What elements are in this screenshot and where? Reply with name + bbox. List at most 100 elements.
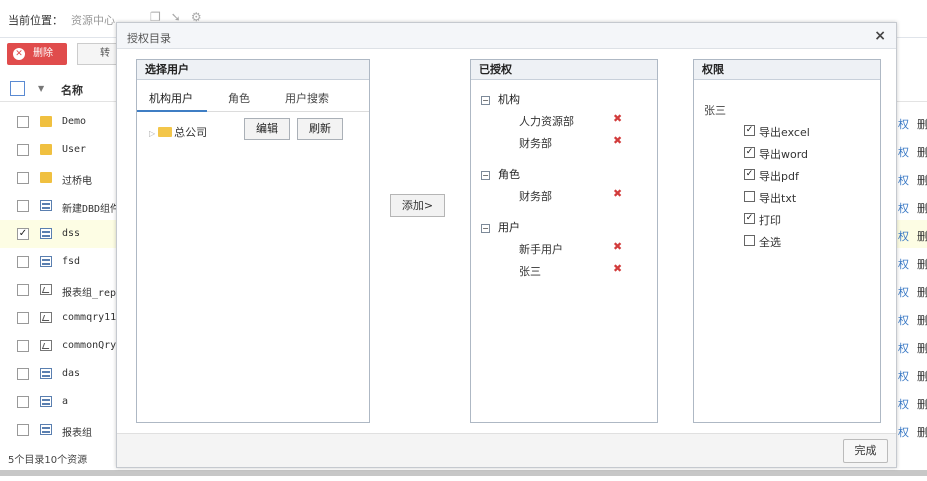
delete-link[interactable]: 删 <box>917 228 927 244</box>
table-icon <box>40 228 52 239</box>
delete-link[interactable]: 删 <box>917 172 927 188</box>
permissions-panel: 权限 张三 ✓ 导出excel ✓ 导出word ✓ 导出pdf 导出txt ✓ 打印 全选 <box>693 59 881 423</box>
resource-name[interactable]: fsd <box>62 256 80 267</box>
remove-icon[interactable]: ✖ <box>613 262 622 275</box>
row-checkbox[interactable] <box>17 396 29 408</box>
dbd-icon <box>40 200 52 211</box>
collapse-icon[interactable]: − <box>481 171 490 180</box>
resource-name[interactable]: das <box>62 368 80 379</box>
row-checkbox[interactable] <box>17 116 29 128</box>
resource-name[interactable]: commonQry2 <box>62 340 122 351</box>
move-button[interactable]: 转 <box>77 43 117 65</box>
permission-label: 导出excel <box>759 126 810 139</box>
user-tabs: 机构用户 角色 用户搜索 <box>137 80 369 112</box>
resource-name[interactable]: 报表组 <box>62 424 92 439</box>
row-checkbox[interactable] <box>17 312 29 324</box>
authorize-link[interactable]: 权 <box>898 312 909 328</box>
resource-name[interactable]: 报表组_rep <box>62 284 116 299</box>
authorize-link[interactable]: 权 <box>898 396 909 412</box>
group-role[interactable]: − 角色 <box>481 166 520 182</box>
authorize-link[interactable]: 权 <box>898 424 909 440</box>
authorize-link[interactable]: 权 <box>898 144 909 160</box>
delete-link[interactable]: 删 <box>917 256 927 272</box>
authorize-link[interactable]: 权 <box>898 368 909 384</box>
tab-org-users[interactable]: 机构用户 <box>149 90 193 106</box>
edit-button[interactable]: 编辑 <box>244 118 290 140</box>
resource-name[interactable]: commqry111 <box>62 312 122 323</box>
delete-icon: ✕ <box>13 48 25 60</box>
tab-user-search[interactable]: 用户搜索 <box>285 90 329 106</box>
group-label: 角色 <box>498 168 520 181</box>
permission-label: 全选 <box>759 236 781 249</box>
tab-roles[interactable]: 角色 <box>228 90 250 106</box>
group-org[interactable]: − 机构 <box>481 91 520 107</box>
refresh-button[interactable]: 刷新 <box>297 118 343 140</box>
collapse-icon[interactable]: − <box>481 224 490 233</box>
dialog-title: 授权目录 <box>127 32 171 45</box>
authorize-link[interactable]: 权 <box>898 116 909 132</box>
authorize-link[interactable]: 权 <box>898 340 909 356</box>
permission-label: 导出pdf <box>759 170 799 183</box>
resource-name[interactable]: Demo <box>62 116 86 127</box>
add-button[interactable]: 添加> <box>390 194 445 217</box>
report-icon <box>40 284 52 295</box>
row-checkbox[interactable] <box>17 172 29 184</box>
delete-link[interactable]: 删 <box>917 424 927 440</box>
table-icon <box>40 256 52 267</box>
authorize-link[interactable]: 权 <box>898 256 909 272</box>
remove-icon[interactable]: ✖ <box>613 112 622 125</box>
resource-name[interactable]: 过桥电 <box>62 172 92 187</box>
row-checkbox[interactable] <box>17 144 29 156</box>
authorized-panel: 已授权 − 机构 人力资源部 ✖ 财务部 ✖ − 角色 财务部 ✖ − 用户 新手用户… <box>470 59 658 423</box>
permission-checkbox[interactable] <box>744 235 755 246</box>
row-checkbox[interactable]: ✓ <box>17 228 29 240</box>
delete-link[interactable]: 删 <box>917 368 927 384</box>
row-checkbox[interactable] <box>17 424 29 436</box>
row-checkbox[interactable] <box>17 284 29 296</box>
chevron-down-icon[interactable]: ▼ <box>38 84 44 93</box>
resource-count: 5个目录10个资源 <box>8 455 88 466</box>
delete-link[interactable]: 删 <box>917 340 927 356</box>
row-checkbox[interactable] <box>17 200 29 212</box>
resource-name[interactable]: User <box>62 144 86 155</box>
row-checkbox[interactable] <box>17 256 29 268</box>
remove-icon[interactable]: ✖ <box>613 240 622 253</box>
authorize-link[interactable]: 权 <box>898 172 909 188</box>
authorize-link[interactable]: 权 <box>898 200 909 216</box>
authorize-link[interactable]: 权 <box>898 228 909 244</box>
delete-link[interactable]: 删 <box>917 396 927 412</box>
resource-name[interactable]: dss <box>62 228 80 239</box>
authorize-dialog: 授权目录 × 选择用户 机构用户 角色 用户搜索 ▷ 总公司 编辑 刷新 添加> … <box>116 22 897 468</box>
resource-name[interactable]: 新建DBD组件 <box>62 200 120 215</box>
resource-name[interactable]: a <box>62 396 68 407</box>
done-button[interactable]: 完成 <box>843 439 888 463</box>
permission-checkbox[interactable]: ✓ <box>744 169 755 180</box>
permission-checkbox[interactable]: ✓ <box>744 125 755 136</box>
delete-link[interactable]: 删 <box>917 200 927 216</box>
delete-link[interactable]: 删 <box>917 312 927 328</box>
permission-checkbox[interactable]: ✓ <box>744 147 755 158</box>
folder-icon <box>40 116 52 127</box>
row-checkbox[interactable] <box>17 368 29 380</box>
close-icon[interactable]: × <box>874 28 886 44</box>
row-checkbox[interactable] <box>17 340 29 352</box>
permission-checkbox[interactable]: ✓ <box>744 213 755 224</box>
delete-button[interactable]: ✕ 删除 <box>7 43 67 65</box>
authorized-item: 新手用户 <box>519 243 563 256</box>
delete-link[interactable]: 删 <box>917 116 927 132</box>
select-all-checkbox[interactable] <box>10 81 25 96</box>
report-icon <box>40 312 52 323</box>
tree-node-root[interactable]: ▷ 总公司 <box>149 124 207 140</box>
permission-checkbox[interactable] <box>744 191 755 202</box>
remove-icon[interactable]: ✖ <box>613 187 622 200</box>
breadcrumb-current[interactable]: 资源中心 <box>71 14 115 27</box>
delete-link[interactable]: 删 <box>917 144 927 160</box>
remove-icon[interactable]: ✖ <box>613 134 622 147</box>
delete-link[interactable]: 删 <box>917 284 927 300</box>
group-user[interactable]: − 用户 <box>481 219 520 235</box>
permission-user: 张三 <box>704 104 726 117</box>
expand-arrow-icon[interactable]: ▷ <box>149 129 155 138</box>
authorize-link[interactable]: 权 <box>898 284 909 300</box>
collapse-icon[interactable]: − <box>481 96 490 105</box>
select-user-header: 选择用户 <box>137 60 369 80</box>
